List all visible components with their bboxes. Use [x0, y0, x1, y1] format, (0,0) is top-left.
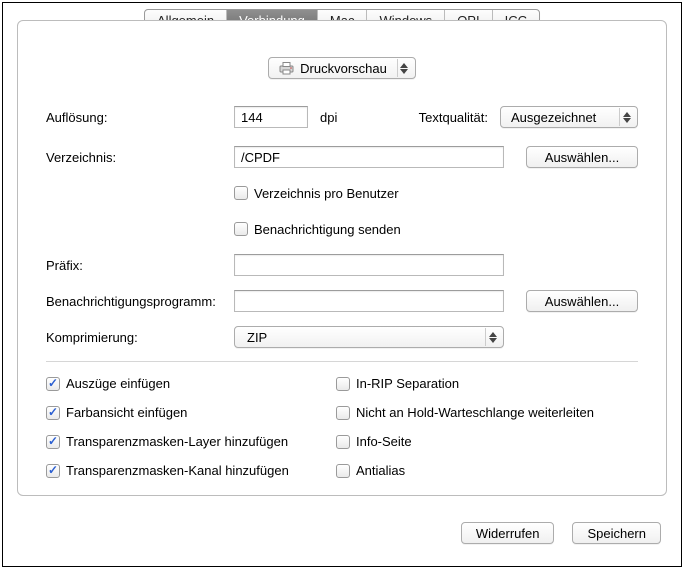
textquality-popup[interactable]: Ausgezeichnet	[500, 106, 638, 128]
textquality-label: Textqualität:	[419, 110, 488, 125]
textquality-value: Ausgezeichnet	[511, 110, 596, 125]
trans-channel-label: Transparenzmasken-Kanal hinzufügen	[66, 463, 289, 478]
insert-colorview-checkbox[interactable]: Farbansicht einfügen	[46, 405, 326, 420]
insert-colorview-label: Farbansicht einfügen	[66, 405, 187, 420]
settings-panel: Druckvorschau Auflösung: dpi Textqualitä…	[17, 20, 667, 496]
resolution-label: Auflösung:	[46, 110, 234, 125]
printer-icon	[279, 62, 294, 75]
notify-prog-input[interactable]	[234, 290, 504, 312]
trans-layer-checkbox[interactable]: Transparenzmasken-Layer hinzufügen	[46, 434, 326, 449]
antialias-checkbox[interactable]: Antialias	[336, 463, 638, 478]
compression-label: Komprimierung:	[46, 330, 234, 345]
mode-popup-label: Druckvorschau	[300, 61, 387, 76]
compression-popup[interactable]: ZIP	[234, 326, 504, 348]
mode-popup[interactable]: Druckvorschau	[268, 57, 416, 79]
no-hold-checkbox[interactable]: Nicht an Hold-Warteschlange weiterleiten	[336, 405, 638, 420]
updown-icon	[397, 59, 411, 77]
trans-layer-label: Transparenzmasken-Layer hinzufügen	[66, 434, 288, 449]
separator	[46, 361, 638, 362]
updown-icon	[619, 108, 633, 126]
insert-extracts-checkbox[interactable]: Auszüge einfügen	[46, 376, 326, 391]
resolution-input[interactable]	[234, 106, 308, 128]
send-notification-label: Benachrichtigung senden	[254, 222, 401, 237]
antialias-label: Antialias	[356, 463, 405, 478]
revert-button[interactable]: Widerrufen	[461, 522, 555, 544]
prefix-label: Präfix:	[46, 258, 234, 273]
no-hold-label: Nicht an Hold-Warteschlange weiterleiten	[356, 405, 594, 420]
dpi-label: dpi	[320, 110, 337, 125]
insert-extracts-label: Auszüge einfügen	[66, 376, 170, 391]
inrip-label: In-RIP Separation	[356, 376, 459, 391]
info-page-checkbox[interactable]: Info-Seite	[336, 434, 638, 449]
choose-directory-button[interactable]: Auswählen...	[526, 146, 638, 168]
dir-per-user-label: Verzeichnis pro Benutzer	[254, 186, 399, 201]
save-button[interactable]: Speichern	[572, 522, 661, 544]
directory-input[interactable]	[234, 146, 504, 168]
prefix-input[interactable]	[234, 254, 504, 276]
compression-value: ZIP	[245, 330, 267, 345]
inrip-checkbox[interactable]: In-RIP Separation	[336, 376, 638, 391]
dir-per-user-checkbox[interactable]: Verzeichnis pro Benutzer	[234, 186, 399, 201]
directory-label: Verzeichnis:	[46, 150, 234, 165]
updown-icon	[485, 328, 499, 346]
trans-channel-checkbox[interactable]: Transparenzmasken-Kanal hinzufügen	[46, 463, 326, 478]
info-page-label: Info-Seite	[356, 434, 412, 449]
choose-notify-prog-button[interactable]: Auswählen...	[526, 290, 638, 312]
notify-prog-label: Benachrichtigungsprogramm:	[46, 294, 234, 309]
send-notification-checkbox[interactable]: Benachrichtigung senden	[234, 222, 401, 237]
